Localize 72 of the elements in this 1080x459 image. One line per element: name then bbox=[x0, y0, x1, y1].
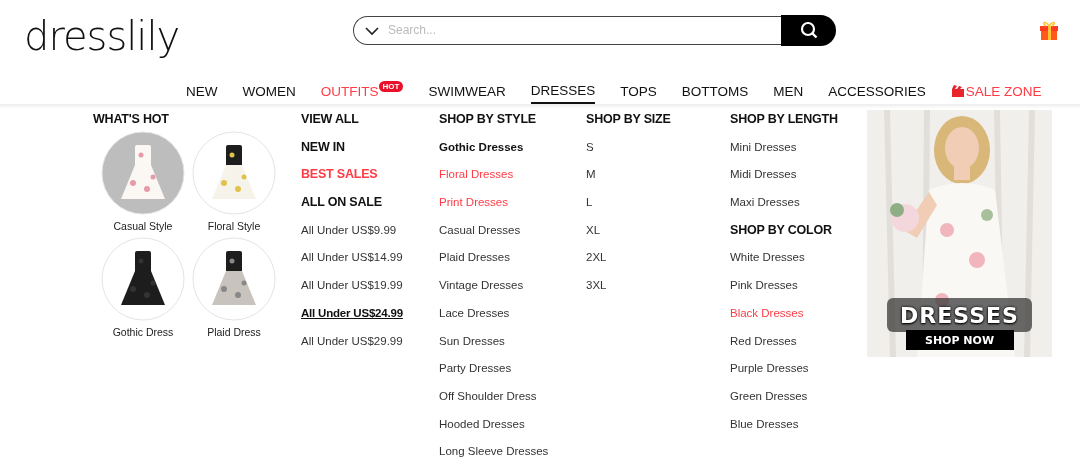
nav-label[interactable]: ACCESSORIES bbox=[828, 83, 926, 99]
menu-link[interactable]: S bbox=[586, 138, 594, 167]
banner-headline: DRESSES bbox=[900, 304, 1019, 328]
nav-label[interactable]: DRESSES bbox=[530, 82, 596, 98]
menu-link[interactable]: Pink Dresses bbox=[730, 277, 798, 305]
clapperboard-icon bbox=[950, 85, 964, 97]
menu-link[interactable]: Casual Dresses bbox=[439, 221, 521, 250]
column-heading: SHOP BY STYLE bbox=[439, 111, 537, 128]
menu-link[interactable]: Lace Dresses bbox=[439, 304, 510, 333]
nav-label[interactable]: BOTTOMS bbox=[681, 83, 749, 99]
nav-label[interactable]: OUTFITS bbox=[320, 83, 379, 99]
search-field[interactable]: Search... bbox=[353, 15, 781, 45]
menu-link[interactable]: All Under US$19.99 bbox=[301, 277, 403, 305]
menu-link[interactable]: Floral Dresses bbox=[439, 166, 514, 195]
nav-tab[interactable]: MEN bbox=[773, 78, 804, 104]
column-heading: SHOP BY COLOR bbox=[730, 221, 833, 239]
menu-link[interactable]: All Under US$29.99 bbox=[301, 332, 403, 361]
menu-link[interactable]: XL bbox=[586, 221, 601, 250]
search-button[interactable] bbox=[781, 14, 836, 46]
menu-link[interactable]: Mini Dresses bbox=[730, 138, 797, 167]
menu-link[interactable]: L bbox=[586, 194, 593, 222]
column-heading: SHOP BY SIZE bbox=[586, 111, 672, 128]
column-heading: SHOP BY LENGTH bbox=[730, 111, 839, 128]
column-heading: WHAT'S HOT bbox=[93, 111, 170, 128]
nav-label[interactable]: NEW bbox=[186, 83, 218, 99]
menu-link[interactable]: NEW IN bbox=[301, 138, 345, 167]
logo[interactable]: dresslily bbox=[24, 16, 353, 56]
menu-link[interactable]: White Dresses bbox=[730, 249, 805, 278]
menu-link[interactable]: Plaid Dresses bbox=[439, 249, 510, 278]
menu-link[interactable]: All Under US$9.99 bbox=[301, 221, 397, 250]
menu-link[interactable]: Green Dresses bbox=[730, 387, 808, 416]
nav-label[interactable]: SWIMWEAR bbox=[428, 83, 506, 99]
menu-link[interactable]: All Under US$14.99 bbox=[301, 249, 403, 278]
menu-link[interactable]: Blue Dresses bbox=[730, 415, 799, 444]
nav-label[interactable]: SALE ZONE bbox=[965, 83, 1042, 99]
menu-link[interactable]: BEST SALES bbox=[301, 166, 378, 195]
menu-link[interactable]: ALL ON SALE bbox=[301, 194, 382, 222]
menu-link[interactable]: Gothic Dresses bbox=[439, 138, 524, 167]
chevron-down-icon bbox=[365, 25, 379, 36]
menu-link[interactable]: VIEW ALL bbox=[301, 111, 359, 139]
menu-link[interactable]: Sun Dresses bbox=[439, 332, 505, 361]
menu-link[interactable]: 2XL bbox=[586, 249, 607, 278]
nav-label[interactable]: TOPS bbox=[620, 83, 657, 99]
menu-link[interactable]: Hooded Dresses bbox=[439, 415, 525, 444]
nav-tab[interactable]: SALE ZONE bbox=[950, 78, 1042, 104]
menu-link[interactable]: Black Dresses bbox=[730, 304, 804, 333]
menu-link[interactable]: All Under US$24.99 bbox=[301, 304, 403, 333]
nav-tab[interactable]: BOTTOMS bbox=[681, 78, 749, 104]
menu-link[interactable]: 3XL bbox=[586, 277, 607, 305]
menu-link[interactable]: Off Shoulder Dress bbox=[439, 387, 537, 416]
menu-link[interactable]: Vintage Dresses bbox=[439, 277, 524, 305]
nav-label[interactable]: MEN bbox=[773, 83, 804, 99]
search-icon bbox=[799, 21, 818, 39]
menu-link[interactable]: M bbox=[586, 166, 596, 195]
nav-label[interactable]: WOMEN bbox=[242, 83, 296, 99]
menu-link[interactable]: Maxi Dresses bbox=[730, 194, 800, 222]
menu-link[interactable]: Midi Dresses bbox=[730, 166, 797, 195]
menu-link[interactable]: Print Dresses bbox=[439, 194, 509, 222]
nav-tab[interactable]: DRESSES bbox=[530, 78, 596, 104]
menu-link[interactable]: Red Dresses bbox=[730, 332, 797, 361]
nav-tab[interactable]: NEW bbox=[186, 78, 218, 104]
menu-link[interactable]: Purple Dresses bbox=[730, 360, 809, 388]
nav-tab[interactable]: SWIMWEAR bbox=[428, 78, 506, 104]
nav-tab[interactable]: ACCESSORIES bbox=[828, 78, 926, 104]
shop-now-button[interactable]: SHOP NOW bbox=[905, 330, 1014, 350]
hot-badge: HOT bbox=[378, 80, 404, 92]
nav-tab[interactable]: WOMEN bbox=[242, 78, 296, 104]
menu-link[interactable]: Party Dresses bbox=[439, 360, 512, 388]
gift-icon[interactable] bbox=[1038, 19, 1060, 41]
menu-link[interactable]: Long Sleeve Dresses bbox=[439, 443, 549, 459]
nav-tab[interactable]: TOPS bbox=[620, 78, 657, 104]
nav-tab[interactable]: OUTFITS HOT bbox=[320, 78, 404, 104]
